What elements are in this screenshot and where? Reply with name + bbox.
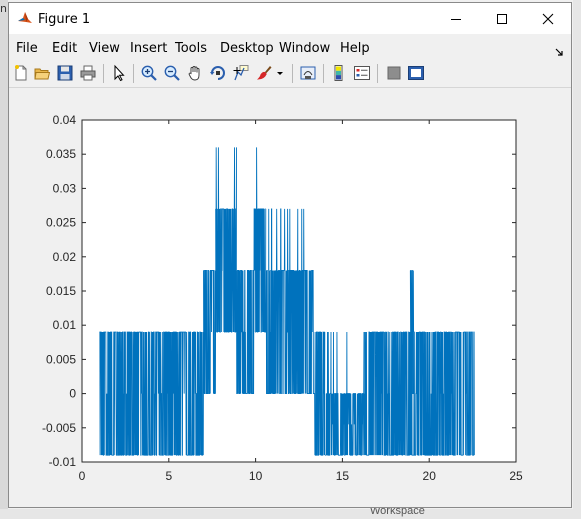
desktop-background-right bbox=[573, 0, 581, 519]
y-tick-label: 0.015 bbox=[46, 284, 76, 298]
y-tick-label: -0.005 bbox=[42, 421, 76, 435]
x-tick-label: 0 bbox=[79, 469, 86, 483]
x-tick-label: 25 bbox=[509, 469, 523, 483]
y-tick-label: 0.04 bbox=[53, 113, 77, 127]
plot-canvas: -0.01 -0.005 0 0.005 0.01 0.015 0.02 0.025 0.03 0… bbox=[42, 113, 523, 483]
desktop-background bbox=[0, 0, 8, 519]
y-tick-label: 0.005 bbox=[46, 352, 76, 366]
x-tick-label: 10 bbox=[249, 469, 263, 483]
figure-window: Figure 1 File Edit View Insert Tools Des… bbox=[8, 2, 572, 508]
x-tick-labels: 0 5 10 15 20 25 bbox=[79, 469, 523, 483]
desktop-background-bottom: Workspace bbox=[0, 505, 581, 519]
y-tick-label: 0.03 bbox=[53, 181, 77, 195]
y-tick-label: 0 bbox=[69, 387, 76, 401]
y-tick-label: 0.025 bbox=[46, 216, 76, 230]
x-tick-label: 15 bbox=[336, 469, 350, 483]
series-line-segment bbox=[236, 270, 255, 395]
x-tick-label: 20 bbox=[423, 469, 437, 483]
desktop-text: n bbox=[0, 2, 7, 15]
y-tick-label: -0.01 bbox=[49, 455, 77, 469]
y-tick-labels: -0.01 -0.005 0 0.005 0.01 0.015 0.02 0.025 0.03 0… bbox=[42, 113, 76, 469]
x-tick-label: 5 bbox=[165, 469, 172, 483]
y-tick-label: 0.02 bbox=[53, 250, 77, 264]
y-tick-label: 0.035 bbox=[46, 147, 76, 161]
y-tick-label: 0.01 bbox=[53, 318, 77, 332]
